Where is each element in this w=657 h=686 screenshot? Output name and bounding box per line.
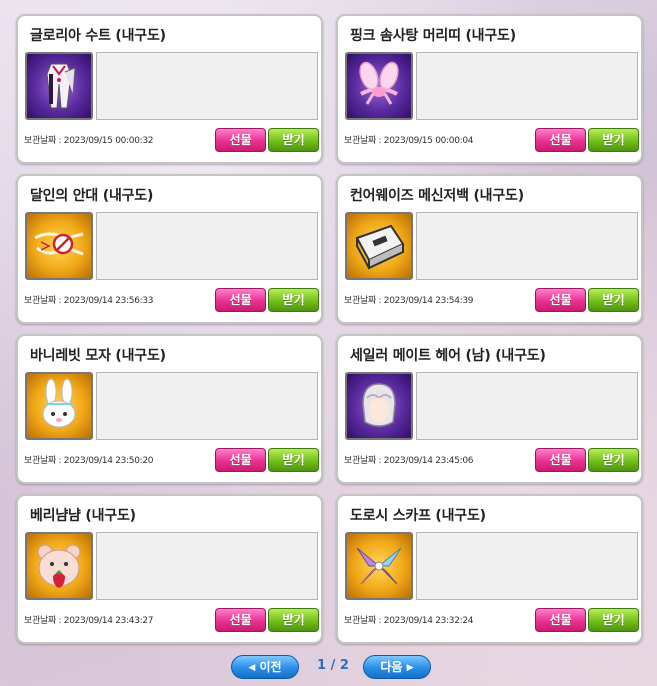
prev-page-label: 이전	[259, 660, 282, 674]
current-page: 1	[317, 658, 327, 673]
receive-button[interactable]: 받기	[268, 608, 319, 632]
item-name: 세일러 메이트 헤어 (남) (내구도)	[350, 348, 546, 364]
item-description-box	[416, 532, 638, 600]
stored-date: 보관날짜 : 2023/09/14 23:43:27	[24, 616, 154, 626]
item-card: 핑크 솜사탕 머리띠 (내구도) 보관날짜 : 2023/09/15 00:00…	[336, 14, 643, 164]
stored-date: 보관날짜 : 2023/09/15 00:00:32	[24, 136, 154, 146]
gift-button[interactable]: 선물	[535, 608, 586, 632]
stored-date: 보관날짜 : 2023/09/14 23:56:33	[24, 296, 154, 306]
stored-date: 보관날짜 : 2023/09/14 23:32:24	[344, 616, 474, 626]
receive-button[interactable]: 받기	[268, 448, 319, 472]
item-description-box	[96, 372, 318, 440]
item-description-box	[416, 212, 638, 280]
item-name: 바니레빗 모자 (내구도)	[30, 348, 166, 364]
item-grid: 글로리아 수트 (내구도) 보관날짜 : 2023/09/15 00:00:32…	[0, 0, 657, 686]
item-card: 베리냠냠 (내구도) 보관날짜 : 2023/09/14 23:43:27 선물…	[16, 494, 323, 644]
item-card: 글로리아 수트 (내구도) 보관날짜 : 2023/09/15 00:00:32…	[16, 14, 323, 164]
item-card: 컨어웨이즈 메신저백 (내구도) 보관날짜 : 2023/09/14 23:54…	[336, 174, 643, 324]
receive-button[interactable]: 받기	[588, 448, 639, 472]
gift-button[interactable]: 선물	[215, 608, 266, 632]
stored-date: 보관날짜 : 2023/09/15 00:00:04	[344, 136, 474, 146]
pagination: ◀ 이전 1 / 2 다음 ▶	[0, 655, 657, 681]
gift-button[interactable]: 선물	[535, 448, 586, 472]
item-name: 글로리아 수트 (내구도)	[30, 28, 166, 44]
item-card: 달인의 안대 (내구도) 보관날짜 : 2023/09/14 23:56:33 …	[16, 174, 323, 324]
item-description-box	[416, 52, 638, 120]
item-name: 핑크 솜사탕 머리띠 (내구도)	[350, 28, 516, 44]
prev-page-button[interactable]: ◀ 이전	[231, 655, 299, 679]
receive-button[interactable]: 받기	[588, 608, 639, 632]
item-card: 바니레빗 모자 (내구도) 보관날짜 : 2023/09/14 23:50:20…	[16, 334, 323, 484]
item-card: 세일러 메이트 헤어 (남) (내구도) 보관날짜 : 2023/09/14 2…	[336, 334, 643, 484]
pink-cotton-candy-headband-icon	[345, 52, 413, 120]
page-indicator: 1 / 2	[317, 658, 349, 673]
stored-date: 보관날짜 : 2023/09/14 23:50:20	[24, 456, 154, 466]
arrow-right-icon: ▶	[406, 663, 414, 673]
next-page-button[interactable]: 다음 ▶	[363, 655, 431, 679]
bunny-rabbit-hat-icon	[25, 372, 93, 440]
sailor-mate-hair-icon	[345, 372, 413, 440]
item-card: 도로시 스카프 (내구도) 보관날짜 : 2023/09/14 23:32:24…	[336, 494, 643, 644]
dorothy-scarf-icon	[345, 532, 413, 600]
gift-button[interactable]: 선물	[215, 128, 266, 152]
item-name: 베리냠냠 (내구도)	[30, 508, 136, 524]
stored-date: 보관날짜 : 2023/09/14 23:45:06	[344, 456, 474, 466]
receive-button[interactable]: 받기	[268, 128, 319, 152]
stored-date: 보관날짜 : 2023/09/14 23:54:39	[344, 296, 474, 306]
receive-button[interactable]: 받기	[588, 128, 639, 152]
total-pages: 2	[339, 658, 349, 673]
arrow-left-icon: ◀	[248, 663, 256, 673]
receive-button[interactable]: 받기	[268, 288, 319, 312]
item-description-box	[96, 212, 318, 280]
gift-button[interactable]: 선물	[535, 128, 586, 152]
messenger-bag-icon	[345, 212, 413, 280]
receive-button[interactable]: 받기	[588, 288, 639, 312]
master-eyepatch-icon	[25, 212, 93, 280]
item-description-box	[96, 52, 318, 120]
gloria-suit-icon	[25, 52, 93, 120]
gift-button[interactable]: 선물	[535, 288, 586, 312]
item-description-box	[96, 532, 318, 600]
gift-button[interactable]: 선물	[215, 448, 266, 472]
item-name: 도로시 스카프 (내구도)	[350, 508, 486, 524]
next-page-label: 다음	[380, 660, 403, 674]
gift-button[interactable]: 선물	[215, 288, 266, 312]
item-name: 컨어웨이즈 메신저백 (내구도)	[350, 188, 524, 204]
item-description-box	[416, 372, 638, 440]
item-name: 달인의 안대 (내구도)	[30, 188, 154, 204]
berry-nyamnyam-icon	[25, 532, 93, 600]
